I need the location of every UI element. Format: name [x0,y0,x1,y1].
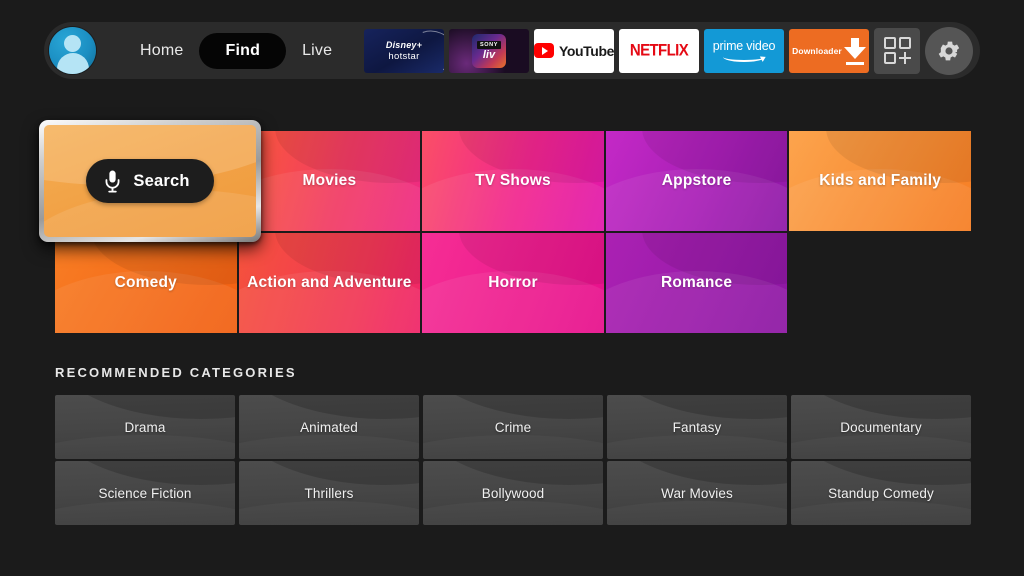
profile-button[interactable] [44,22,101,79]
tile-decor-wave [239,501,419,525]
recommended-tile-label: Bollywood [481,485,545,501]
app-shortcuts-row: Disney+ hotstar SONY liv YouTube NETFLIX [364,26,980,75]
apps-grid-button[interactable] [874,27,920,74]
download-arrow-icon [843,37,866,65]
youtube-wordmark: YouTube [558,42,614,59]
recommended-tile-standup-comedy[interactable]: Standup Comedy [791,461,971,525]
tile-decor-wave [55,461,235,486]
recommended-tile-crime[interactable]: Crime [423,395,603,459]
category-tile-appstore[interactable]: Appstore [605,131,788,231]
recommended-tile-bollywood[interactable]: Bollywood [423,461,603,525]
app-shortcut-youtube[interactable]: YouTube [534,28,614,73]
category-tile-action-and-adventure[interactable]: Action and Adventure [238,233,421,333]
tile-label: Comedy [114,274,177,291]
tile-decor-wave [791,461,971,486]
category-tile-romance[interactable]: Romance [605,233,788,333]
tile-decor-wave [791,435,971,459]
tile-label: Kids and Family [819,172,942,189]
recommended-tile-drama[interactable]: Drama [55,395,235,459]
sonyliv-brand: SONY [477,40,501,49]
nav-item-find[interactable]: Find [199,32,287,69]
recommended-tile-label: Documentary [840,419,922,435]
app-shortcut-downloader[interactable]: Downloader [789,28,869,73]
tile-decor-wave [607,435,787,459]
settings-button[interactable] [925,26,973,75]
youtube-play-icon [534,43,554,58]
app-shortcut-sony-liv[interactable]: SONY liv [449,28,529,73]
tile-decor-wave [791,501,971,525]
app-shortcut-netflix[interactable]: NETFLIX [619,28,699,73]
tile-decor-wave [607,395,787,420]
tile-decor-wave [423,461,603,486]
apps-grid-plus-icon [883,37,911,64]
tile-decor-wave [791,395,971,420]
tile-label: Appstore [661,172,732,189]
tile-label: Romance [661,274,733,291]
recommended-categories-heading: RECOMMENDED CATEGORIES [55,365,297,380]
search-tile-inner: Search [44,125,256,237]
sonyliv-sub: liv [482,48,496,61]
tile-decor-wave [239,435,419,459]
avatar-head [64,35,81,52]
hotstar-arc-icon [404,28,444,73]
tile-decor-wave [55,501,235,525]
recommended-tile-label: War Movies [661,485,733,501]
tile-decor-wave [55,395,235,420]
tile-label: Action and Adventure [247,274,412,291]
prime-video-wordmark: prime video [712,39,776,53]
app-shortcut-disney-hotstar[interactable]: Disney+ hotstar [364,28,444,73]
fire-tv-find-screen: Home Find Live Disney+ hotstar SONY liv … [0,0,1024,576]
recommended-tile-label: Animated [300,419,358,435]
recommended-tile-fantasy[interactable]: Fantasy [607,395,787,459]
gear-icon [938,41,960,60]
recommended-tile-animated[interactable]: Animated [239,395,419,459]
app-shortcut-prime-video[interactable]: prime video [704,28,784,73]
category-tile-movies[interactable]: Movies [238,131,421,231]
recommended-tile-war-movies[interactable]: War Movies [607,461,787,525]
tile-decor-wave [423,501,603,525]
netflix-wordmark: NETFLIX [629,40,689,61]
search-tile-focused[interactable]: Search [39,120,261,242]
recommended-categories-grid: Drama Animated Crime Fantasy Documentary… [55,395,971,527]
recommended-tile-label: Science Fiction [98,485,192,501]
tile-label: TV Shows [475,172,551,189]
tile-decor-wave [423,395,603,420]
top-navigation-bar: Home Find Live Disney+ hotstar SONY liv … [44,22,980,79]
recommended-tile-label: Fantasy [672,419,722,435]
category-tile-tv-shows[interactable]: TV Shows [422,131,604,231]
nav-item-live[interactable]: Live [286,34,348,68]
tile-decor-wave [55,435,235,459]
profile-avatar-icon [49,27,96,74]
tile-decor-wave [423,435,603,459]
recommended-tile-label: Crime [494,419,532,435]
microphone-icon [105,170,120,192]
recommended-tile-label: Standup Comedy [828,485,934,501]
downloader-wordmark: Downloader [792,45,842,56]
tile-decor-wave [607,501,787,525]
category-tile-kids-and-family[interactable]: Kids and Family [789,131,971,231]
nav-item-home[interactable]: Home [124,34,199,68]
search-button[interactable]: Search [86,159,214,203]
tile-label: Movies [302,172,357,189]
sonyliv-badge-icon: SONY liv [472,33,506,68]
tile-decor-wave [239,461,419,486]
category-tile-horror[interactable]: Horror [422,233,604,333]
avatar-body [56,53,89,74]
search-label: Search [133,171,190,190]
recommended-tile-label: Drama [124,419,166,435]
tile-label: Horror [488,274,538,291]
recommended-tile-label: Thrillers [304,485,354,501]
tile-decor-wave [607,461,787,486]
recommended-tile-thrillers[interactable]: Thrillers [239,461,419,525]
category-tile-comedy[interactable]: Comedy [55,233,237,333]
tile-decor-wave [239,395,419,420]
recommended-tile-documentary[interactable]: Documentary [791,395,971,459]
amazon-smile-icon [723,52,765,62]
recommended-tile-science-fiction[interactable]: Science Fiction [55,461,235,525]
